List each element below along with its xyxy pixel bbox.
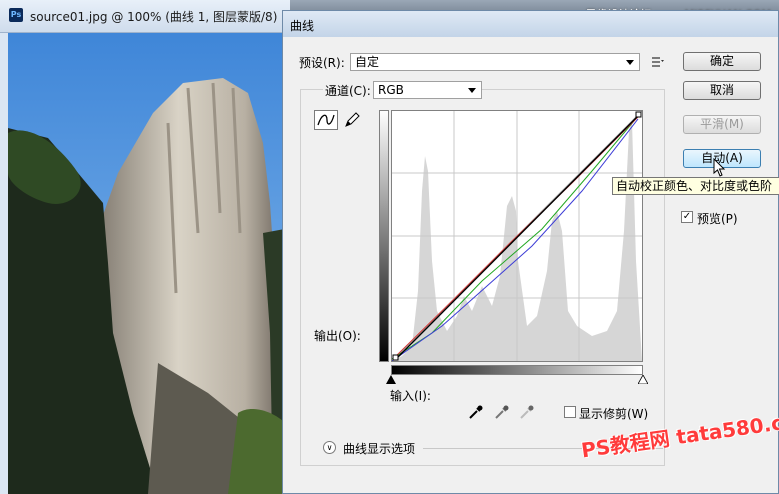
document-title: source01.jpg @ 100% (曲线 1, 图层蒙版/8): [30, 10, 278, 24]
channel-label: 通道(C):: [323, 82, 373, 99]
expand-chevron-icon[interactable]: ∨: [323, 441, 336, 454]
ok-button[interactable]: 确定: [683, 52, 761, 71]
document-window: Ps source01.jpg @ 100% (曲线 1, 图层蒙版/8): [0, 0, 290, 494]
channel-select[interactable]: RGB: [373, 81, 482, 99]
output-label: 输出(O):: [314, 329, 361, 343]
preset-label: 预设(R):: [299, 56, 345, 70]
photoshop-icon: Ps: [9, 8, 23, 22]
auto-tooltip: 自动校正颜色、对比度或色阶: [612, 177, 779, 195]
dialog-title: 曲线: [290, 19, 315, 33]
curves-graph[interactable]: [391, 110, 643, 362]
white-point-slider[interactable]: [638, 375, 648, 384]
curve-icon: [317, 114, 335, 126]
chevron-down-icon: [626, 60, 634, 65]
mouse-cursor-icon: [713, 158, 726, 177]
preview-label: 预览(P): [697, 212, 738, 226]
document-titlebar[interactable]: Ps source01.jpg @ 100% (曲线 1, 图层蒙版/8): [0, 0, 290, 33]
black-eyedropper-icon[interactable]: [468, 404, 484, 420]
input-label: 输入(I):: [390, 389, 431, 403]
preset-select[interactable]: 自定: [350, 53, 640, 71]
black-point-slider[interactable]: [386, 375, 396, 384]
input-gradient-bar: [391, 365, 643, 375]
chevron-down-icon: [468, 88, 476, 93]
cliff-image: [8, 33, 290, 494]
curves-graph-canvas: [391, 110, 643, 362]
channel-value: RGB: [378, 83, 404, 97]
preset-value: 自定: [355, 55, 380, 69]
curve-display-options-label[interactable]: 曲线显示选项: [343, 440, 415, 457]
preview-checkbox[interactable]: ✓: [681, 211, 693, 223]
output-gradient-bar: [379, 110, 389, 362]
dialog-titlebar[interactable]: 曲线: [283, 11, 778, 37]
show-clipping-checkbox[interactable]: [564, 406, 576, 418]
cancel-button[interactable]: 取消: [683, 81, 761, 100]
preset-options-icon[interactable]: [651, 55, 665, 69]
pencil-icon[interactable]: [343, 111, 361, 129]
white-eyedropper-icon[interactable]: [519, 404, 535, 420]
show-clipping-label: 显示修剪(W): [579, 407, 649, 421]
canvas-photo[interactable]: [8, 33, 290, 494]
gray-eyedropper-icon[interactable]: [494, 404, 510, 420]
curve-point-tool[interactable]: [314, 110, 338, 130]
smooth-button[interactable]: 平滑(M): [683, 115, 761, 134]
